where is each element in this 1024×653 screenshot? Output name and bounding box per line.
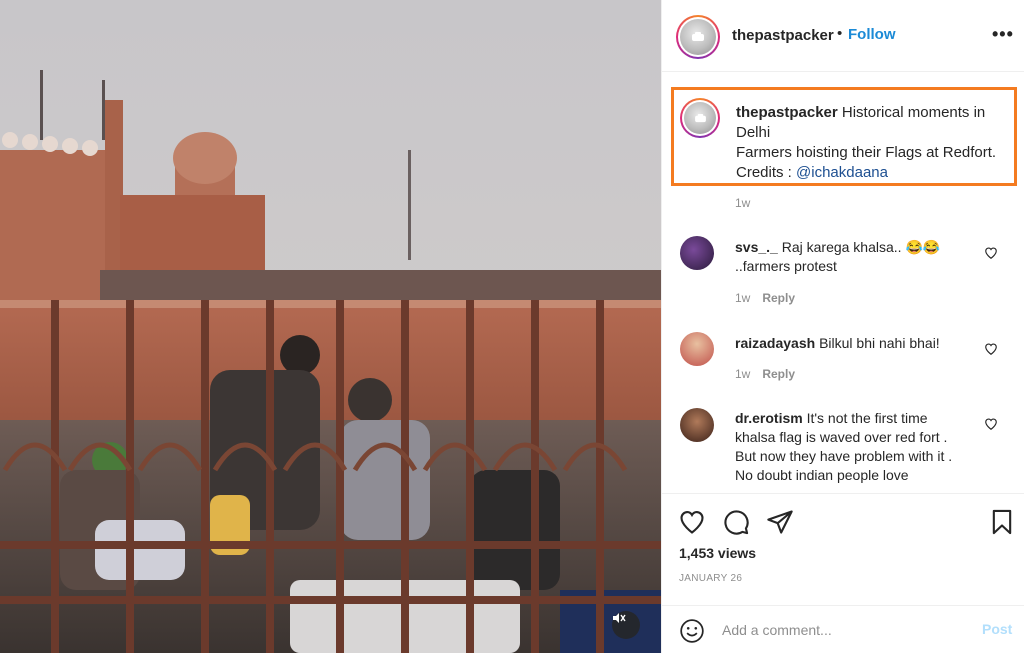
caption-username[interactable]: thepastpacker (736, 104, 838, 121)
comment-text: dr.erotism It's not the first time khals… (735, 409, 965, 489)
heart-icon[interactable] (984, 342, 998, 356)
logo-icon (692, 32, 704, 41)
comment-username[interactable]: svs_._ (735, 239, 778, 255)
post-header: thepastpacker • Follow ••• (662, 0, 1024, 72)
caption-highlight: thepastpacker Historical moments in Delh… (671, 87, 1017, 186)
caption-mention-link[interactable]: @ichakdaana (796, 164, 888, 181)
paper-plane-icon[interactable] (766, 508, 794, 536)
heart-icon[interactable] (984, 417, 998, 431)
speaker-muted-icon (613, 613, 626, 623)
comment-time[interactable]: 1w (735, 291, 750, 305)
caption-text: thepastpacker Historical moments in Delh… (736, 103, 1014, 183)
add-comment-bar: Post (662, 605, 1024, 653)
caption-line-2: Farmers hoisting their Flags at Redfort. (736, 144, 997, 161)
comment-avatar[interactable] (680, 332, 714, 366)
caption-timestamp[interactable]: 1w (735, 196, 750, 210)
comment-time[interactable]: 1w (735, 367, 750, 381)
video-frame (0, 0, 661, 653)
post-date[interactable]: JANUARY 26 (679, 573, 742, 584)
comment-input[interactable] (722, 618, 962, 642)
comment-username[interactable]: raizadayash (735, 335, 815, 351)
post-comment-button[interactable]: Post (982, 621, 1012, 637)
comment-avatar[interactable] (680, 408, 714, 442)
reply-button[interactable]: Reply (762, 367, 795, 381)
logo-icon (694, 113, 706, 122)
post-actions: 1,453 views JANUARY 26 Post (662, 493, 1024, 653)
comment-meta: 1w Reply (735, 367, 795, 381)
dot-separator: • (837, 25, 843, 42)
comment-avatar[interactable] (680, 236, 714, 270)
mute-button[interactable] (612, 611, 640, 639)
follow-button[interactable]: Follow (848, 26, 896, 43)
comment-icon[interactable] (722, 508, 750, 536)
more-options-icon[interactable]: ••• (992, 24, 1014, 45)
post-video[interactable] (0, 0, 661, 653)
comment-text: svs_._ Raj karega khalsa.. 😂😂 ..farmers … (735, 238, 965, 276)
bookmark-icon[interactable] (988, 508, 1016, 536)
caption-avatar[interactable] (680, 98, 720, 138)
comment-meta: 1w Reply (735, 291, 795, 305)
caption-credits: Credits : (736, 164, 797, 181)
comment-text: raizadayash Bilkul bhi nahi bhai! (735, 334, 965, 353)
reply-button[interactable]: Reply (762, 291, 795, 305)
heart-icon[interactable] (984, 246, 998, 260)
comment-body: Bilkul bhi nahi bhai! (819, 335, 940, 351)
author-avatar[interactable] (676, 15, 720, 59)
post-side-panel: thepastpacker • Follow ••• thepastpacker… (661, 0, 1024, 653)
smiley-icon[interactable] (679, 618, 705, 644)
comment-username[interactable]: dr.erotism (735, 410, 803, 426)
author-username[interactable]: thepastpacker (732, 27, 834, 44)
heart-icon[interactable] (678, 508, 706, 536)
views-count[interactable]: 1,453 views (679, 545, 756, 561)
